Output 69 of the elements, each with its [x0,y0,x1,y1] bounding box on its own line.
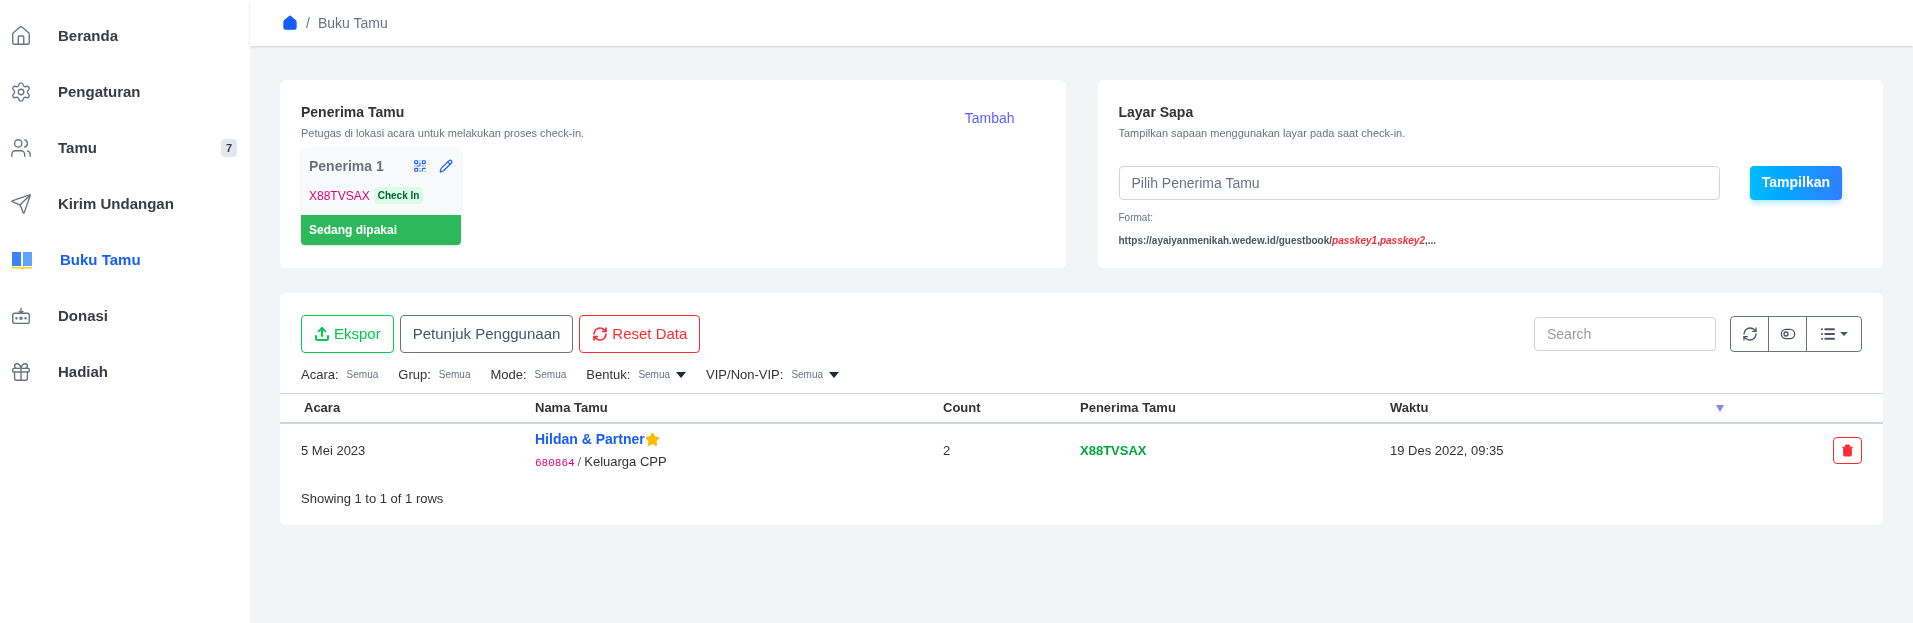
table-cell: 5 Mei 2023 [280,423,535,477]
table-cell: 2 [943,423,1080,477]
card-subtitle: Tampilkan sapaan menggunakan layar pada saat check-in. [1118,126,1407,141]
separator-text: / [577,453,582,472]
donation-box-icon [10,305,32,327]
guest-code: 680864 [535,456,575,472]
add-link[interactable]: Tambah [964,108,1015,129]
breadcrumb-item: Buku Tamu [317,13,388,33]
qr-code-icon[interactable] [413,159,427,173]
toggle-icon [1779,326,1796,342]
card-title: Layar Sapa [1118,103,1195,122]
caret-icon [829,371,840,378]
breadcrumb-separator: / [306,13,310,33]
sort-icon[interactable] [1716,405,1724,412]
home-icon [10,25,32,47]
card-title: Penerima Tamu [301,103,406,122]
filter-dropdown[interactable]: Semua [791,367,840,383]
format-label: Format: [1118,210,1154,225]
receiver-cell: X88TVSAX [1080,423,1390,477]
refresh-icon [1741,326,1758,342]
pencil-icon[interactable] [439,159,453,173]
gift-icon [10,361,32,383]
sidebar-item[interactable]: Pengaturan [0,64,250,120]
users-icon [10,137,32,159]
sidebar-item[interactable]: Donasi [0,288,250,344]
caret-icon [1840,332,1848,336]
filter-label: Acara: [301,366,339,384]
count-badge: 7 [220,138,237,158]
filter-label: Mode: [490,366,527,384]
status-bar: Sedang dipakai [301,214,461,245]
pagination-info: Showing 1 to 1 of 1 rows [300,490,445,508]
filter-dropdown[interactable]: Semua [346,367,379,383]
filter-dropdown[interactable]: Semua [438,367,471,383]
settings-icon [10,81,32,103]
caret-icon [676,371,687,378]
trash-icon [1841,444,1854,457]
card-subtitle: Petugas di lokasi acara untuk melakukan proses check-in. [301,126,585,141]
sidebar-item[interactable]: Beranda [0,8,250,64]
filter-label: Grup: [398,366,431,384]
filter-label: VIP/Non-VIP: [706,366,784,384]
sidebar-item[interactable]: Kirim Undangan [0,176,250,232]
column-header[interactable]: Nama Tamu [535,393,943,423]
guest-group: Keluarga CPP [584,452,667,472]
search-field[interactable]: Search [1534,317,1716,351]
sidebar-item[interactable]: Hadiah [0,344,250,400]
filter-dropdown[interactable]: Semua [638,367,687,383]
passkey: X88TVSAX [309,187,370,205]
send-icon [10,193,32,215]
sidebar-item[interactable]: Buku Tamu [0,232,250,288]
list-icon [1820,326,1836,342]
guest-name-link[interactable]: Hildan & Partner [535,429,645,451]
column-header[interactable]: Count [943,393,1080,423]
table-cell: 19 Des 2022, 09:35 [1390,423,1716,477]
upload-icon [314,326,330,342]
reset-button[interactable]: Reset Data [579,315,701,353]
delete-button[interactable] [1833,437,1862,464]
receiver-select-field[interactable]: Pilih Penerima Tamu [1118,165,1720,200]
receiver-name: Penerima 1 [309,156,385,176]
column-header[interactable]: Waktu [1390,393,1716,423]
sidebar-item[interactable]: Tamu 7 [0,120,250,176]
check-in-badge: Check In [373,187,424,204]
format-url: https://ayaiyanmenikah.wedew.id/guestbook/passkey1,passkey2,... [1118,233,1437,248]
home-icon[interactable] [282,15,298,31]
filter-label: Bentuk: [586,366,631,384]
filter-dropdown[interactable]: Semua [534,367,567,383]
refresh-icon [592,326,609,342]
column-header[interactable]: Penerima Tamu [1080,393,1390,423]
help-button[interactable]: Petunjuk Penggunaan [399,315,574,353]
column-header[interactable]: Acara [280,393,535,423]
